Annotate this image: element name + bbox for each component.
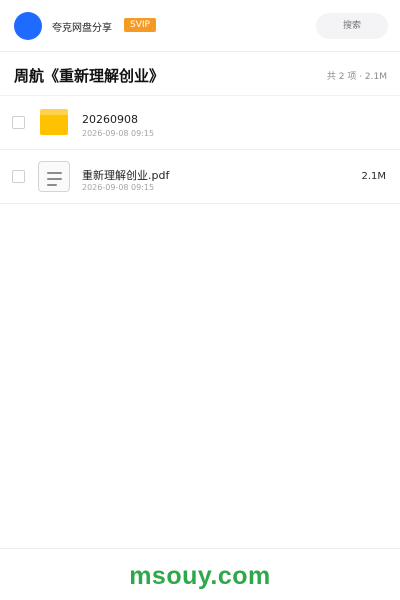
share-summary: 共 2 项 · 2.1M xyxy=(326,72,387,82)
svip-badge: SVIP xyxy=(124,18,156,32)
file-row-folder[interactable]: 20260908 2026-09-08 09:15 xyxy=(0,96,400,150)
avatar[interactable] xyxy=(14,12,42,40)
top-bar: 夸克网盘分享 SVIP xyxy=(0,0,400,52)
username: 夸克网盘分享 xyxy=(52,23,112,34)
file-size: 2.1M xyxy=(361,171,386,182)
file-name: 重新理解创业.pdf xyxy=(82,169,170,182)
page-title: 周航《重新理解创业》 xyxy=(14,67,165,85)
file-date: 2026-09-08 09:15 xyxy=(82,183,155,192)
document-icon xyxy=(38,161,70,192)
select-checkbox[interactable] xyxy=(12,116,25,129)
file-date: 2026-09-08 09:15 xyxy=(82,129,155,138)
file-name: 20260908 xyxy=(82,113,138,126)
file-row-pdf[interactable]: 重新理解创业.pdf 2026-09-08 09:15 2.1M xyxy=(0,150,400,204)
folder-icon xyxy=(40,109,68,135)
search-input[interactable] xyxy=(316,13,388,39)
watermark: msouy.com xyxy=(129,562,271,590)
share-header: 周航《重新理解创业》 共 2 项 · 2.1M xyxy=(0,52,400,96)
footer: msouy.com xyxy=(0,548,400,600)
select-checkbox[interactable] xyxy=(12,170,25,183)
